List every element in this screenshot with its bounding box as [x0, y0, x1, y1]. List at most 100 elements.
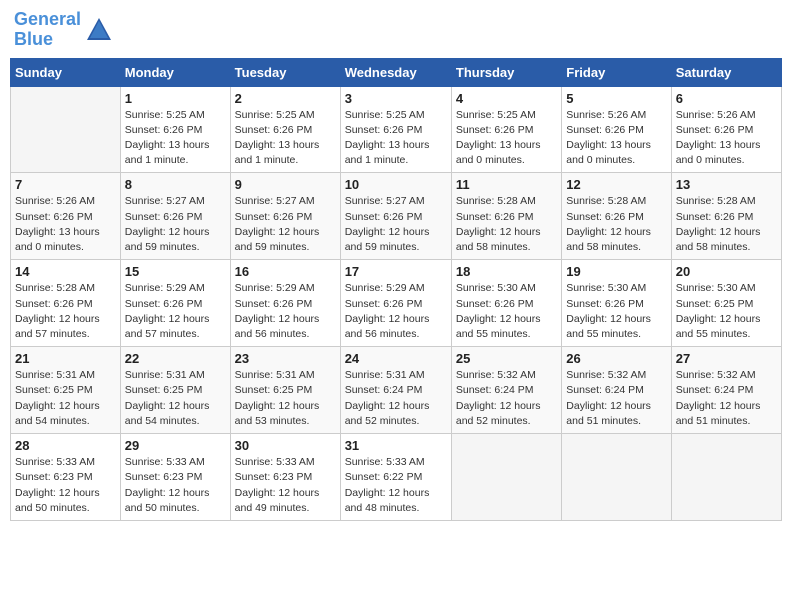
day-number: 4 [456, 91, 557, 106]
day-info: Sunrise: 5:26 AM Sunset: 6:26 PM Dayligh… [15, 194, 116, 255]
day-info: Sunrise: 5:33 AM Sunset: 6:23 PM Dayligh… [235, 455, 336, 516]
day-number: 31 [345, 438, 447, 453]
calendar-cell: 10 Sunrise: 5:27 AM Sunset: 6:26 PM Dayli… [340, 173, 451, 260]
calendar-week-row: 1 Sunrise: 5:25 AM Sunset: 6:26 PM Daylig… [11, 86, 782, 173]
calendar-cell: 29 Sunrise: 5:33 AM Sunset: 6:23 PM Dayli… [120, 434, 230, 521]
calendar-cell: 28Sunrise: 5:33 AM Sunset: 6:23 PM Dayli… [11, 434, 121, 521]
col-header-monday: Monday [120, 58, 230, 86]
day-number: 22 [125, 351, 226, 366]
calendar-header-row: SundayMondayTuesdayWednesdayThursdayFrid… [11, 58, 782, 86]
calendar-cell [451, 434, 561, 521]
calendar-cell: 20 Sunrise: 5:30 AM Sunset: 6:25 PM Dayli… [671, 260, 781, 347]
day-number: 21 [15, 351, 116, 366]
day-number: 3 [345, 91, 447, 106]
day-number: 14 [15, 264, 116, 279]
calendar-cell: 2 Sunrise: 5:25 AM Sunset: 6:26 PM Daylig… [230, 86, 340, 173]
day-number: 15 [125, 264, 226, 279]
day-info: Sunrise: 5:25 AM Sunset: 6:26 PM Dayligh… [345, 108, 447, 169]
calendar-cell: 13 Sunrise: 5:28 AM Sunset: 6:26 PM Dayli… [671, 173, 781, 260]
day-number: 1 [125, 91, 226, 106]
day-info: Sunrise: 5:30 AM Sunset: 6:25 PM Dayligh… [676, 281, 777, 342]
calendar-cell: 12Sunrise: 5:28 AM Sunset: 6:26 PM Dayli… [562, 173, 671, 260]
day-number: 16 [235, 264, 336, 279]
day-info: Sunrise: 5:32 AM Sunset: 6:24 PM Dayligh… [566, 368, 666, 429]
calendar-cell: 16 Sunrise: 5:29 AM Sunset: 6:26 PM Dayli… [230, 260, 340, 347]
col-header-sunday: Sunday [11, 58, 121, 86]
day-number: 26 [566, 351, 666, 366]
day-number: 30 [235, 438, 336, 453]
day-info: Sunrise: 5:30 AM Sunset: 6:26 PM Dayligh… [456, 281, 557, 342]
day-number: 6 [676, 91, 777, 106]
calendar-cell: 5Sunrise: 5:26 AM Sunset: 6:26 PM Daylig… [562, 86, 671, 173]
calendar-cell: 18 Sunrise: 5:30 AM Sunset: 6:26 PM Dayli… [451, 260, 561, 347]
day-number: 27 [676, 351, 777, 366]
day-number: 19 [566, 264, 666, 279]
day-info: Sunrise: 5:31 AM Sunset: 6:25 PM Dayligh… [125, 368, 226, 429]
calendar-table: SundayMondayTuesdayWednesdayThursdayFrid… [10, 58, 782, 521]
day-info: Sunrise: 5:27 AM Sunset: 6:26 PM Dayligh… [345, 194, 447, 255]
calendar-cell: 19 Sunrise: 5:30 AM Sunset: 6:26 PM Dayli… [562, 260, 671, 347]
day-number: 28 [15, 438, 116, 453]
calendar-cell: 3 Sunrise: 5:25 AM Sunset: 6:26 PM Daylig… [340, 86, 451, 173]
day-number: 18 [456, 264, 557, 279]
day-info: Sunrise: 5:27 AM Sunset: 6:26 PM Dayligh… [235, 194, 336, 255]
day-number: 9 [235, 177, 336, 192]
day-number: 23 [235, 351, 336, 366]
calendar-cell: 27 Sunrise: 5:32 AM Sunset: 6:24 PM Dayli… [671, 347, 781, 434]
calendar-cell: 7 Sunrise: 5:26 AM Sunset: 6:26 PM Daylig… [11, 173, 121, 260]
day-info: Sunrise: 5:29 AM Sunset: 6:26 PM Dayligh… [125, 281, 226, 342]
calendar-week-row: 21 Sunrise: 5:31 AM Sunset: 6:25 PM Dayli… [11, 347, 782, 434]
logo-icon [85, 16, 113, 44]
calendar-cell: 17 Sunrise: 5:29 AM Sunset: 6:26 PM Dayli… [340, 260, 451, 347]
calendar-week-row: 14 Sunrise: 5:28 AM Sunset: 6:26 PM Dayli… [11, 260, 782, 347]
calendar-cell [562, 434, 671, 521]
day-info: Sunrise: 5:29 AM Sunset: 6:26 PM Dayligh… [235, 281, 336, 342]
page-header: GeneralBlue [10, 10, 782, 50]
day-number: 11 [456, 177, 557, 192]
calendar-cell: 21 Sunrise: 5:31 AM Sunset: 6:25 PM Dayli… [11, 347, 121, 434]
day-number: 7 [15, 177, 116, 192]
day-info: Sunrise: 5:30 AM Sunset: 6:26 PM Dayligh… [566, 281, 666, 342]
day-number: 8 [125, 177, 226, 192]
day-info: Sunrise: 5:25 AM Sunset: 6:26 PM Dayligh… [235, 108, 336, 169]
calendar-week-row: 28 Sunrise: 5:33 AM Sunset: 6:23 PM Dayli… [11, 434, 782, 521]
calendar-cell: 25Sunrise: 5:32 AM Sunset: 6:24 PM Dayli… [451, 347, 561, 434]
day-info: Sunrise: 5:32 AM Sunset: 6:24 PM Dayligh… [676, 368, 777, 429]
calendar-cell: 1 Sunrise: 5:25 AM Sunset: 6:26 PM Daylig… [120, 86, 230, 173]
col-header-thursday: Thursday [451, 58, 561, 86]
day-number: 24 [345, 351, 447, 366]
day-number: 13 [676, 177, 777, 192]
calendar-cell: 31 Sunrise: 5:33 AM Sunset: 6:22 PM Dayli… [340, 434, 451, 521]
calendar-cell: 11 Sunrise: 5:28 AM Sunset: 6:26 PM Dayli… [451, 173, 561, 260]
logo: GeneralBlue [14, 10, 113, 50]
day-info: Sunrise: 5:31 AM Sunset: 6:24 PM Dayligh… [345, 368, 447, 429]
calendar-cell: 30 Sunrise: 5:33 AM Sunset: 6:23 PM Dayli… [230, 434, 340, 521]
day-number: 17 [345, 264, 447, 279]
day-info: Sunrise: 5:28 AM Sunset: 6:26 PM Dayligh… [676, 194, 777, 255]
calendar-cell: 4 Sunrise: 5:25 AM Sunset: 6:26 PM Daylig… [451, 86, 561, 173]
day-number: 10 [345, 177, 447, 192]
day-info: Sunrise: 5:33 AM Sunset: 6:22 PM Dayligh… [345, 455, 447, 516]
calendar-cell: 26 Sunrise: 5:32 AM Sunset: 6:24 PM Dayli… [562, 347, 671, 434]
day-info: Sunrise: 5:29 AM Sunset: 6:26 PM Dayligh… [345, 281, 447, 342]
day-info: Sunrise: 5:25 AM Sunset: 6:26 PM Dayligh… [456, 108, 557, 169]
day-info: Sunrise: 5:28 AM Sunset: 6:26 PM Dayligh… [456, 194, 557, 255]
day-info: Sunrise: 5:28 AM Sunset: 6:26 PM Dayligh… [15, 281, 116, 342]
calendar-cell: 15 Sunrise: 5:29 AM Sunset: 6:26 PM Dayli… [120, 260, 230, 347]
calendar-cell [671, 434, 781, 521]
day-info: Sunrise: 5:33 AM Sunset: 6:23 PM Dayligh… [125, 455, 226, 516]
calendar-cell: 24 Sunrise: 5:31 AM Sunset: 6:24 PM Dayli… [340, 347, 451, 434]
day-info: Sunrise: 5:25 AM Sunset: 6:26 PM Dayligh… [125, 108, 226, 169]
day-number: 29 [125, 438, 226, 453]
calendar-cell: 9 Sunrise: 5:27 AM Sunset: 6:26 PM Daylig… [230, 173, 340, 260]
day-number: 2 [235, 91, 336, 106]
day-info: Sunrise: 5:31 AM Sunset: 6:25 PM Dayligh… [15, 368, 116, 429]
day-number: 5 [566, 91, 666, 106]
col-header-wednesday: Wednesday [340, 58, 451, 86]
day-number: 20 [676, 264, 777, 279]
calendar-cell: 6Sunrise: 5:26 AM Sunset: 6:26 PM Daylig… [671, 86, 781, 173]
col-header-saturday: Saturday [671, 58, 781, 86]
col-header-friday: Friday [562, 58, 671, 86]
day-info: Sunrise: 5:27 AM Sunset: 6:26 PM Dayligh… [125, 194, 226, 255]
calendar-cell: 23Sunrise: 5:31 AM Sunset: 6:25 PM Dayli… [230, 347, 340, 434]
